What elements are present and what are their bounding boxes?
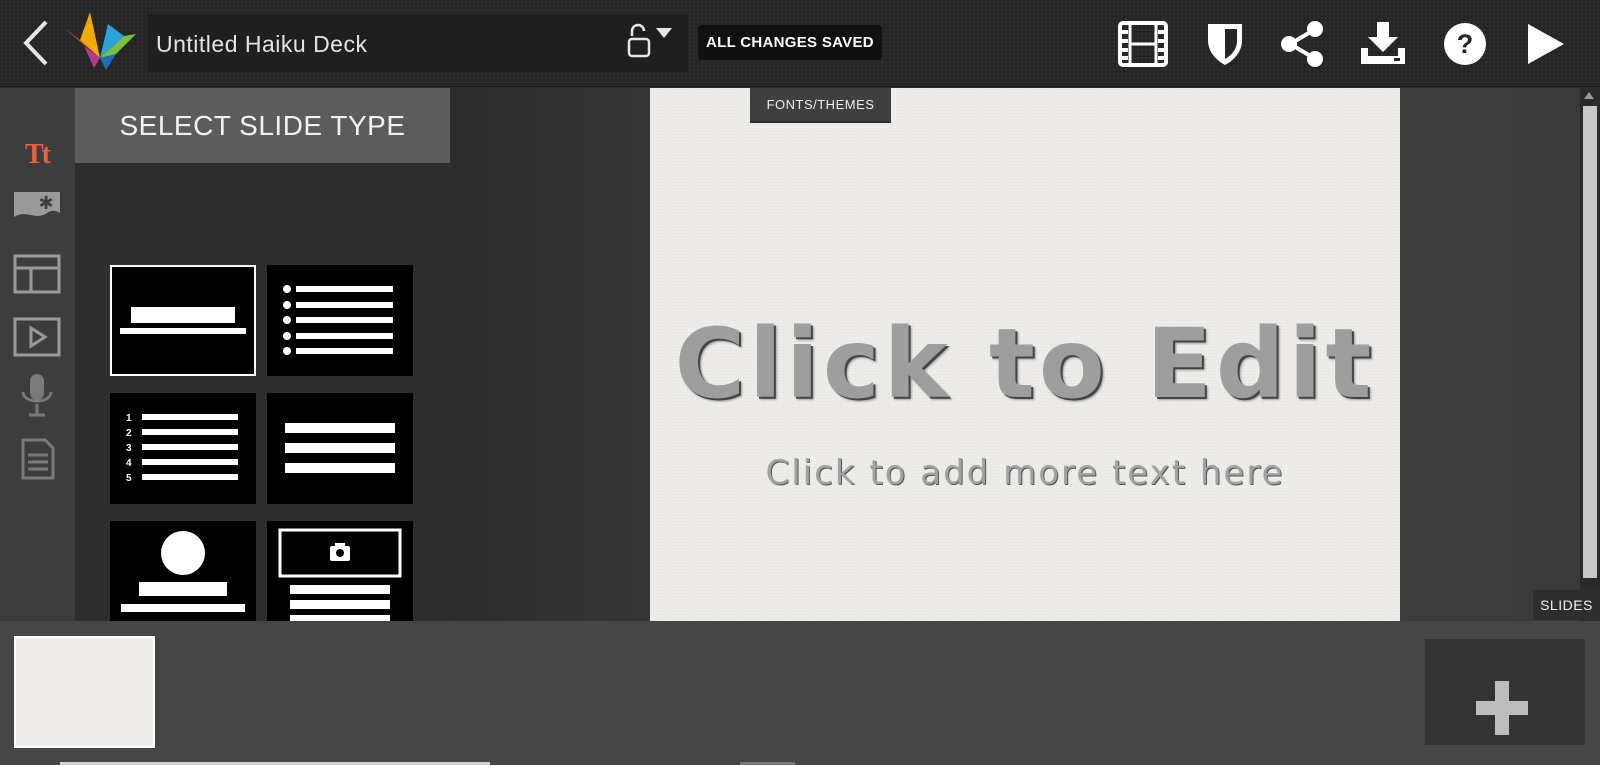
slides-label[interactable]: SLIDES: [1533, 590, 1600, 620]
slide-type-grid: 1 2 3 4 5: [75, 163, 450, 632]
deck-title[interactable]: Untitled Haiku Deck: [156, 31, 367, 58]
list-number: 2: [126, 428, 132, 439]
list-number: 4: [126, 458, 132, 469]
slide-type-title[interactable]: [110, 265, 256, 376]
text-tt-icon[interactable]: Tt: [12, 132, 62, 178]
slide-type-text-lines[interactable]: [267, 393, 413, 504]
play-icon[interactable]: [1520, 20, 1570, 68]
top-toolbar: Untitled Haiku Deck ALL CHANGES SAVED ?: [0, 0, 1600, 87]
svg-text:?: ?: [1457, 29, 1474, 59]
save-status-badge: ALL CHANGES SAVED: [698, 25, 882, 60]
filmstrip-icon[interactable]: [1118, 20, 1168, 68]
layout-icon[interactable]: [12, 251, 62, 297]
slide-canvas[interactable]: Click to Edit Click to add more text her…: [650, 88, 1400, 621]
slide-type-photo[interactable]: [267, 521, 413, 632]
svg-text:✱: ✱: [38, 193, 53, 214]
slide-type-profile[interactable]: [110, 521, 256, 632]
slide-type-panel: SELECT SLIDE TYPE 1 2 3 4 5: [75, 88, 450, 632]
notes-icon[interactable]: [12, 436, 62, 482]
list-number: 1: [126, 413, 132, 424]
slide-strip: [0, 621, 1600, 765]
fonts-themes-tab[interactable]: FONTS/THEMES: [750, 88, 891, 123]
deck-title-field[interactable]: Untitled Haiku Deck: [148, 14, 688, 72]
share-icon[interactable]: [1278, 20, 1328, 68]
slide-thumbnail[interactable]: [14, 636, 155, 748]
shield-icon[interactable]: [1200, 20, 1250, 68]
image-icon[interactable]: ✱: [12, 188, 62, 234]
video-icon[interactable]: [12, 314, 62, 360]
slide-title[interactable]: Click to Edit: [650, 308, 1400, 420]
slide-subtitle[interactable]: Click to add more text here: [650, 453, 1400, 493]
haiku-deck-logo: [64, 10, 136, 72]
tool-rail: Tt ✱: [0, 88, 75, 621]
vertical-scrollbar[interactable]: [1580, 88, 1600, 588]
help-icon[interactable]: ?: [1440, 20, 1490, 68]
privacy-lock-dropdown[interactable]: [626, 22, 682, 60]
add-slide-button[interactable]: [1425, 639, 1585, 745]
slide-type-numbered-list[interactable]: 1 2 3 4 5: [110, 393, 256, 504]
download-icon[interactable]: [1358, 20, 1408, 68]
slide-type-bullet-list[interactable]: [267, 265, 413, 376]
panel-title: SELECT SLIDE TYPE: [75, 88, 450, 163]
list-number: 3: [126, 443, 132, 454]
microphone-icon[interactable]: [12, 372, 62, 418]
back-icon[interactable]: [20, 18, 52, 68]
scrollbar-thumb[interactable]: [1583, 106, 1597, 578]
scroll-up-arrow[interactable]: [1584, 92, 1594, 99]
list-number: 5: [126, 473, 132, 484]
